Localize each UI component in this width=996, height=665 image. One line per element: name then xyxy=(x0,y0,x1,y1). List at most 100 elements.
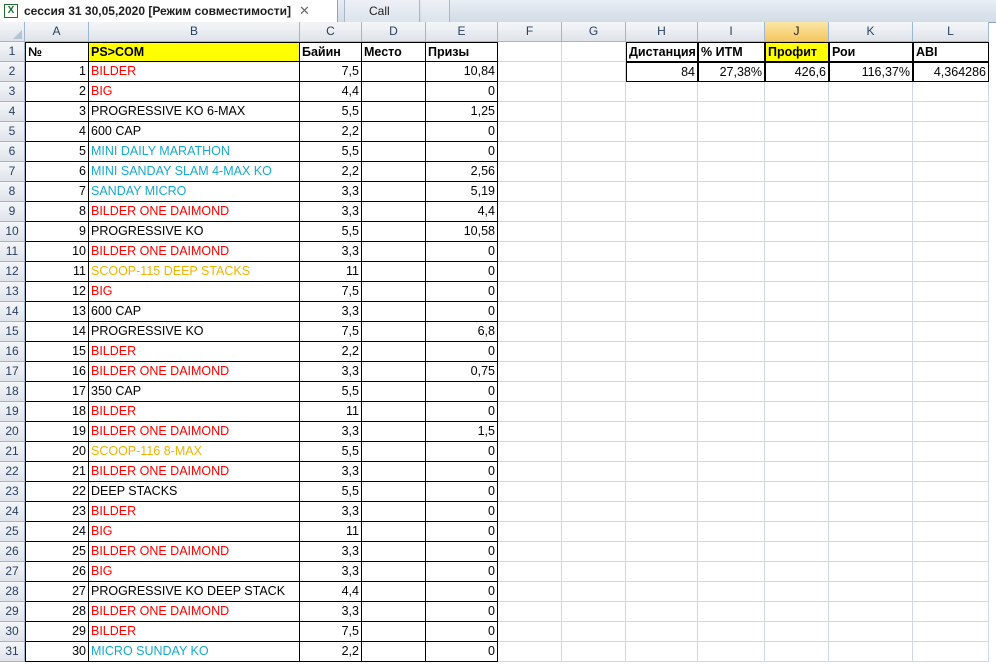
cell-c13[interactable]: 7,5 xyxy=(300,282,362,302)
cell-c20[interactable]: 3,3 xyxy=(300,422,362,442)
cell-i6[interactable] xyxy=(698,142,765,162)
cell-i17[interactable] xyxy=(698,362,765,382)
cell-g8[interactable] xyxy=(562,182,626,202)
row-header-28[interactable]: 28 xyxy=(0,582,25,602)
cell-k10[interactable] xyxy=(829,222,913,242)
cell-f23[interactable] xyxy=(498,482,562,502)
cell-g1[interactable] xyxy=(562,42,626,62)
cell-h19[interactable] xyxy=(626,402,698,422)
cell-c1[interactable]: Байин xyxy=(300,42,362,62)
cell-c7[interactable]: 2,2 xyxy=(300,162,362,182)
cell-f5[interactable] xyxy=(498,122,562,142)
cell-k20[interactable] xyxy=(829,422,913,442)
cell-f26[interactable] xyxy=(498,542,562,562)
cell-h27[interactable] xyxy=(626,562,698,582)
cell-e11[interactable]: 0 xyxy=(426,242,498,262)
cell-f27[interactable] xyxy=(498,562,562,582)
row-header-25[interactable]: 25 xyxy=(0,522,25,542)
cell-i27[interactable] xyxy=(698,562,765,582)
cell-k15[interactable] xyxy=(829,322,913,342)
row-header-20[interactable]: 20 xyxy=(0,422,25,442)
cell-i14[interactable] xyxy=(698,302,765,322)
cell-j8[interactable] xyxy=(765,182,829,202)
cell-b29[interactable]: BILDER ONE DAIMOND xyxy=(89,602,300,622)
cell-i24[interactable] xyxy=(698,502,765,522)
row-header-13[interactable]: 13 xyxy=(0,282,25,302)
cell-c16[interactable]: 2,2 xyxy=(300,342,362,362)
cell-h22[interactable] xyxy=(626,462,698,482)
row-header-10[interactable]: 10 xyxy=(0,222,25,242)
cell-c30[interactable]: 7,5 xyxy=(300,622,362,642)
cell-a11[interactable]: 10 xyxy=(25,242,89,262)
cell-l26[interactable] xyxy=(913,542,989,562)
cell-e12[interactable]: 0 xyxy=(426,262,498,282)
cell-i19[interactable] xyxy=(698,402,765,422)
cell-f17[interactable] xyxy=(498,362,562,382)
row-header-29[interactable]: 29 xyxy=(0,602,25,622)
cell-i5[interactable] xyxy=(698,122,765,142)
cell-d27[interactable] xyxy=(362,562,426,582)
cell-h15[interactable] xyxy=(626,322,698,342)
cell-b26[interactable]: BILDER ONE DAIMOND xyxy=(89,542,300,562)
cell-a1[interactable]: № xyxy=(25,42,89,62)
cell-e17[interactable]: 0,75 xyxy=(426,362,498,382)
cell-a26[interactable]: 25 xyxy=(25,542,89,562)
cell-e9[interactable]: 4,4 xyxy=(426,202,498,222)
cell-c4[interactable]: 5,5 xyxy=(300,102,362,122)
cell-j29[interactable] xyxy=(765,602,829,622)
cell-b9[interactable]: BILDER ONE DAIMOND xyxy=(89,202,300,222)
cell-d22[interactable] xyxy=(362,462,426,482)
cell-j19[interactable] xyxy=(765,402,829,422)
cell-g5[interactable] xyxy=(562,122,626,142)
cell-h12[interactable] xyxy=(626,262,698,282)
cell-h24[interactable] xyxy=(626,502,698,522)
cell-b8[interactable]: SANDAY MICRO xyxy=(89,182,300,202)
cell-j23[interactable] xyxy=(765,482,829,502)
cell-b20[interactable]: BILDER ONE DAIMOND xyxy=(89,422,300,442)
cell-b12[interactable]: SCOOP-115 DEEP STACKS xyxy=(89,262,300,282)
cell-e20[interactable]: 1,5 xyxy=(426,422,498,442)
cell-b2[interactable]: BILDER xyxy=(89,62,300,82)
cell-f16[interactable] xyxy=(498,342,562,362)
cell-d16[interactable] xyxy=(362,342,426,362)
cell-j9[interactable] xyxy=(765,202,829,222)
cell-b16[interactable]: BILDER xyxy=(89,342,300,362)
cell-k29[interactable] xyxy=(829,602,913,622)
cell-l10[interactable] xyxy=(913,222,989,242)
cell-f14[interactable] xyxy=(498,302,562,322)
cell-c22[interactable]: 3,3 xyxy=(300,462,362,482)
cell-f31[interactable] xyxy=(498,642,562,662)
cell-l11[interactable] xyxy=(913,242,989,262)
cell-a23[interactable]: 22 xyxy=(25,482,89,502)
cell-j2[interactable]: 426,6 xyxy=(765,62,829,82)
cell-e7[interactable]: 2,56 xyxy=(426,162,498,182)
cell-a14[interactable]: 13 xyxy=(25,302,89,322)
cell-k17[interactable] xyxy=(829,362,913,382)
cell-c14[interactable]: 3,3 xyxy=(300,302,362,322)
cell-c25[interactable]: 11 xyxy=(300,522,362,542)
column-header-i[interactable]: I xyxy=(698,22,765,42)
column-header-j[interactable]: J xyxy=(765,22,829,42)
cell-j24[interactable] xyxy=(765,502,829,522)
cell-j13[interactable] xyxy=(765,282,829,302)
row-header-17[interactable]: 17 xyxy=(0,362,25,382)
cell-h2[interactable]: 84 xyxy=(626,62,698,82)
row-header-26[interactable]: 26 xyxy=(0,542,25,562)
cell-g28[interactable] xyxy=(562,582,626,602)
cell-l23[interactable] xyxy=(913,482,989,502)
cell-c17[interactable]: 3,3 xyxy=(300,362,362,382)
cell-g13[interactable] xyxy=(562,282,626,302)
cell-f7[interactable] xyxy=(498,162,562,182)
cell-b19[interactable]: BILDER xyxy=(89,402,300,422)
cell-k16[interactable] xyxy=(829,342,913,362)
cell-b27[interactable]: BIG xyxy=(89,562,300,582)
row-header-22[interactable]: 22 xyxy=(0,462,25,482)
cell-k3[interactable] xyxy=(829,82,913,102)
row-header-11[interactable]: 11 xyxy=(0,242,25,262)
cell-c26[interactable]: 3,3 xyxy=(300,542,362,562)
cell-e31[interactable]: 0 xyxy=(426,642,498,662)
cell-c23[interactable]: 5,5 xyxy=(300,482,362,502)
cell-i15[interactable] xyxy=(698,322,765,342)
cell-e28[interactable]: 0 xyxy=(426,582,498,602)
row-header-16[interactable]: 16 xyxy=(0,342,25,362)
